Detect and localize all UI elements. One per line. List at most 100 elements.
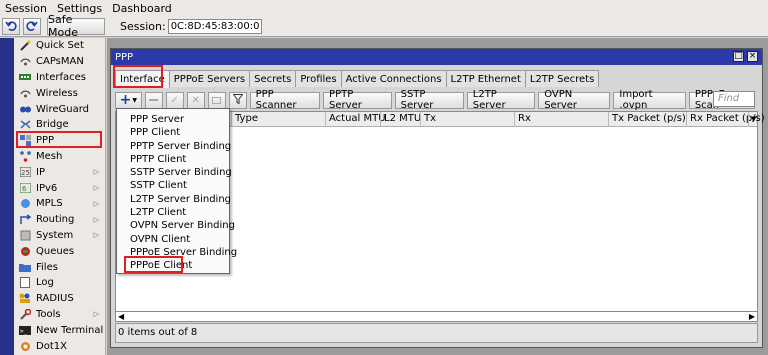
menu-item-ppp-client[interactable]: PPP Client [117,126,229,139]
column-tx[interactable]: Tx [420,112,514,127]
remove-button[interactable] [144,91,163,109]
menu-item-sstp-server-binding[interactable]: SSTP Server Binding [117,166,232,179]
chevron-right-icon: ▷ [93,310,99,319]
comment-button[interactable] [207,91,226,109]
minus-icon [149,99,159,101]
maximize-icon[interactable]: □ [733,51,744,62]
sstp-server-button[interactable]: SSTP Server [394,89,464,111]
ipv6-icon: 6 [19,183,31,194]
chevron-right-icon: ▷ [93,184,99,193]
wireless-icon [19,88,31,99]
sidebar-item-capsman[interactable]: CAPsMAN [14,54,105,70]
sidebar-item-system[interactable]: System ▷ [14,228,105,244]
sidebar-item-radius[interactable]: RADIUS [14,291,105,307]
sidebar-item-log[interactable]: Log [14,275,105,291]
mpls-icon [19,198,31,209]
import-ovpn-button[interactable]: Import .ovpn [613,89,686,111]
main-toolbar: Safe Mode Session: 0C:8D:45:83:00:0 [0,13,768,39]
interfaces-icon [19,72,31,83]
column-rx[interactable]: Rx [514,112,608,127]
winbox-side-strip [0,38,14,355]
menu-session[interactable]: Session [0,2,52,15]
redo-icon[interactable] [23,17,41,35]
scroll-right-icon[interactable]: ▶ [749,312,755,321]
tab-bar: Interface PPPoE Servers Secrets Profiles… [115,70,600,88]
chevron-right-icon: ▷ [93,215,99,224]
svg-text:255: 255 [21,169,31,177]
sidebar-item-interfaces[interactable]: Interfaces [14,70,105,86]
safe-mode-button[interactable]: Safe Mode [47,13,105,39]
chevron-right-icon: ▷ [93,168,99,177]
sidebar-item-mesh[interactable]: Mesh [14,149,105,165]
wand-icon [19,40,31,52]
session-label: Session: [120,19,166,33]
ip-icon: 255 [19,167,31,178]
menu-item-ovpn-client[interactable]: OVPN Client [117,233,229,246]
column-type[interactable]: Type [231,112,325,127]
wireguard-icon [19,104,31,115]
menu-item-l2tp-client[interactable]: L2TP Client [117,206,229,219]
tab-l2tp-secrets[interactable]: L2TP Secrets [524,70,600,87]
column-tx-packet[interactable]: Tx Packet (p/s) [608,112,686,127]
sidebar-item-mpls[interactable]: MPLS ▷ [14,196,105,212]
status-bar: 0 items out of 8 [115,323,758,343]
disable-button[interactable]: ✕ [186,91,205,109]
ppp-scanner-button[interactable]: PPP Scanner [249,89,321,111]
column-rx-packet[interactable]: Rx Packet (p/s) [686,112,765,127]
tab-active-connections[interactable]: Active Connections [340,70,447,87]
find-input[interactable]: Find [713,91,755,107]
menu-item-sstp-client[interactable]: SSTP Client [117,179,229,192]
sidebar-item-tools[interactable]: Tools ▷ [14,307,105,323]
sidebar-item-routing[interactable]: Routing ▷ [14,212,105,228]
tools-icon [19,308,31,320]
menu-item-pptp-server-binding[interactable]: PPTP Server Binding [117,140,231,153]
window-titlebar[interactable]: PPP □ × [111,49,762,65]
window-title: PPP [115,51,134,63]
add-button[interactable]: + ▼ [115,91,142,109]
column-menu-arrow-icon[interactable]: ▼ [748,112,759,127]
close-icon[interactable]: × [747,51,758,62]
l2tp-server-button[interactable]: L2TP Server [466,89,536,111]
pptp-server-button[interactable]: PPTP Server [323,89,392,111]
menu-item-l2tp-server-binding[interactable]: L2TP Server Binding [117,193,231,206]
sidebar-item-wireless[interactable]: Wireless [14,85,105,101]
tab-profiles[interactable]: Profiles [295,70,342,87]
sidebar: Quick Set CAPsMAN Interfaces Wireless Wi… [14,38,106,355]
sidebar-item-wireguard[interactable]: WireGuard [14,101,105,117]
sidebar-item-ipv6[interactable]: 6 IPv6 ▷ [14,180,105,196]
sidebar-item-new-terminal[interactable]: >_ New Terminal [14,322,105,338]
terminal-icon: >_ [19,325,31,336]
interface-tab-highlight-box [113,65,163,88]
mesh-icon [19,151,31,162]
column-l2-mtu[interactable]: L2 MTU [380,112,421,127]
menu-item-ppp-server[interactable]: PPP Server [117,113,229,126]
tab-l2tp-ethernet[interactable]: L2TP Ethernet [445,70,526,87]
sidebar-item-queues[interactable]: Queues [14,243,105,259]
enable-button[interactable]: ✓ [165,91,184,109]
queues-icon [19,246,31,257]
column-actual-mtu[interactable]: Actual MTU [325,112,386,127]
tab-pppoe-servers[interactable]: PPPoE Servers [168,70,251,87]
menu-bar: Session Settings Dashboard [0,0,768,16]
routing-icon [19,214,31,225]
comment-icon [212,96,222,104]
chevron-right-icon: ▷ [93,199,99,208]
scroll-left-icon[interactable]: ◀ [118,312,124,321]
menu-item-ovpn-server-binding[interactable]: OVPN Server Binding [117,219,235,232]
sidebar-item-dot1x[interactable]: Dot1X [14,338,105,354]
menu-item-pptp-client[interactable]: PPTP Client [117,153,229,166]
menu-dashboard[interactable]: Dashboard [107,2,177,15]
undo-icon[interactable] [2,17,20,35]
sidebar-item-ip[interactable]: 255IP▷ [14,164,105,180]
chevron-right-icon: ▷ [93,231,99,240]
sidebar-item-quick-set[interactable]: Quick Set [14,38,105,54]
tab-secrets[interactable]: Secrets [249,70,297,87]
pppoe-client-highlight-box [124,256,183,273]
sidebar-item-files[interactable]: Files [14,259,105,275]
svg-text:6: 6 [22,185,27,193]
ovpn-server-button[interactable]: OVPN Server [538,89,611,111]
log-icon [19,277,31,289]
filter-button[interactable] [228,91,247,109]
session-field[interactable]: 0C:8D:45:83:00:0 [167,18,263,34]
horizontal-scrollbar[interactable]: ◀ ▶ [115,311,758,322]
